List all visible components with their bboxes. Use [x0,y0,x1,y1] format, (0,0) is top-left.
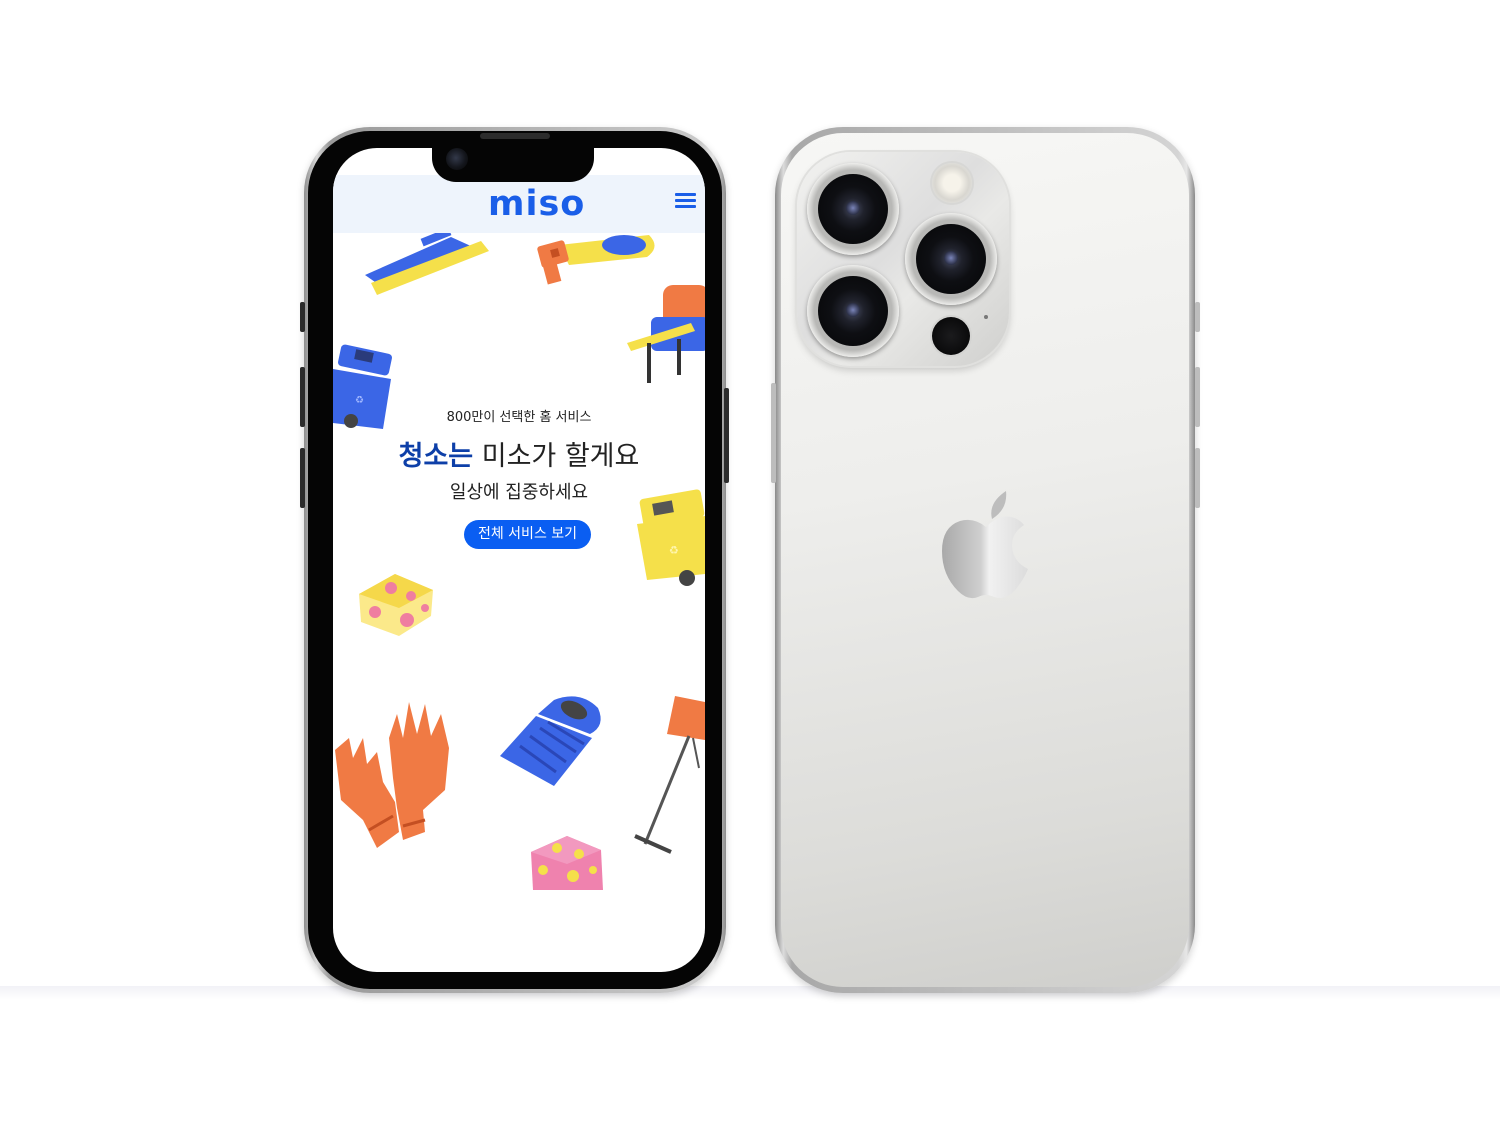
lidar-sensor-icon [932,317,970,355]
floor-lamp-icon [634,696,705,854]
power-button [724,388,729,483]
camera-lens-wide-icon [807,163,899,255]
camera-lens-ultrawide-icon [807,265,899,357]
back-mute-switch [1195,302,1200,332]
camera-lens-telephoto-icon [905,213,997,305]
back-volume-down-button [1195,448,1200,508]
floor-shadow [0,986,1500,1000]
svg-text:♻: ♻ [355,395,364,406]
hero-subtitle: 800만이 선택한 홈 서비스 [446,410,592,425]
yellow-sponge-icon [359,574,433,636]
volume-down-button [300,448,305,508]
trash-can-icon [500,696,601,786]
app-header: miso [333,175,705,233]
pink-sponge-icon [531,836,603,890]
hero-description: 일상에 집중하세요 [449,482,589,503]
mute-switch [300,302,305,332]
miso-logo[interactable]: miso [488,187,585,222]
earpiece-speaker [480,133,550,139]
hero-title: 청소는 미소가 할게요 [333,434,705,473]
back-power-button [771,383,776,483]
armchair-icon [627,285,705,383]
hamburger-menu-icon[interactable] [675,193,696,209]
microphone-icon [984,315,988,319]
rubber-gloves-icon [335,702,449,848]
apple-logo-icon [942,491,1028,599]
mop-icon [365,233,489,295]
hero-title-rest: 미소가 할게요 [473,441,640,472]
view-all-services-button[interactable]: 전체 서비스 보기 [464,520,591,549]
back-volume-up-button [1195,367,1200,427]
svg-text:♻: ♻ [669,544,679,557]
phone-screen: ♻ ♻ miso 800만이 선택한 홈 서비스 청소는 미소가 할게요 일상에… [333,148,705,972]
front-camera-icon [446,148,468,170]
hero-title-highlight: 청소는 [398,441,474,472]
spray-gun-icon [537,235,655,285]
flash-icon [932,163,972,203]
volume-up-button [300,367,305,427]
